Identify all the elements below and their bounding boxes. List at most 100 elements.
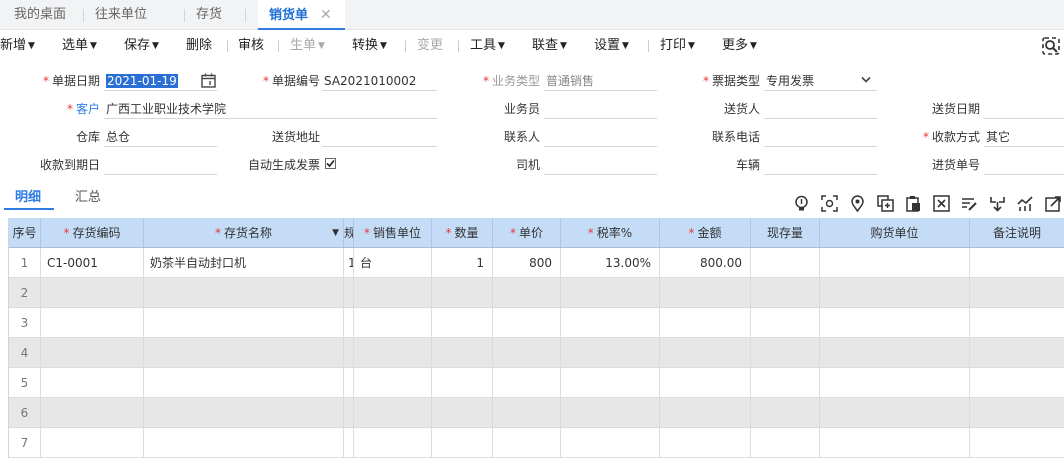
cell-code[interactable] [41,308,144,338]
cell-code[interactable] [41,278,144,308]
close-icon[interactable]: ✕ [320,7,332,23]
tab-sales-order[interactable]: 销货单 ✕ [258,0,345,30]
cell-name[interactable]: 奶茶半自动封口机 [144,248,344,278]
convert-button[interactable]: 转换 ▼ [352,30,387,61]
cell-name[interactable] [144,368,344,398]
cell-stock[interactable] [751,248,820,278]
cell-tax[interactable] [561,338,660,368]
cell-spec[interactable] [344,368,354,398]
table-row[interactable]: 2 [9,278,1064,308]
cell-price[interactable] [493,398,561,428]
cell-tax[interactable] [561,368,660,398]
address-field[interactable] [322,127,437,147]
cell-price[interactable] [493,278,561,308]
cell-amount[interactable]: 800.00 [660,248,751,278]
cell-code[interactable] [41,428,144,458]
col-stock[interactable]: 现存量 [751,218,820,248]
cell-price[interactable]: 800 [493,248,561,278]
batch-edit-icon[interactable] [961,195,978,212]
scan-icon[interactable] [821,195,838,212]
tab-summary[interactable]: 汇总 [75,186,101,208]
table-row[interactable]: 1C1-0001奶茶半自动封口机1台180013.00%800.00 [9,248,1064,278]
auto-invoice-checkbox[interactable] [325,158,336,169]
cell-tax[interactable] [561,428,660,458]
cell-code[interactable] [41,398,144,428]
cell-stock[interactable] [751,278,820,308]
cell-stock[interactable] [751,338,820,368]
cell-unit[interactable]: 台 [354,248,432,278]
cell-code[interactable] [41,338,144,368]
lightbulb-icon[interactable] [793,195,810,212]
cell-qty[interactable] [432,428,493,458]
cell-name[interactable] [144,428,344,458]
cell-qty[interactable] [432,398,493,428]
payment-method-field[interactable]: 其它 [984,127,1064,147]
cell-price[interactable] [493,308,561,338]
export-icon[interactable] [1045,195,1062,212]
cell-amount[interactable] [660,368,751,398]
cell-remark[interactable] [970,308,1064,338]
salesman-field[interactable] [544,99,657,119]
cell-amount[interactable] [660,308,751,338]
split-icon[interactable] [989,195,1006,212]
cell-remark[interactable] [970,338,1064,368]
cell-tax[interactable]: 13.00% [561,248,660,278]
cell-name[interactable] [144,308,344,338]
calendar-icon[interactable] [201,73,216,88]
cell-buyer[interactable] [820,398,970,428]
col-qty[interactable]: * 数量 [432,218,493,248]
cell-tax[interactable] [561,398,660,428]
cell-buyer[interactable] [820,368,970,398]
due-date-field[interactable] [104,155,217,175]
save-button[interactable]: 保存 ▼ [124,30,159,61]
driver-field[interactable] [544,155,657,175]
col-tax[interactable]: * 税率% [561,218,660,248]
cell-unit[interactable] [354,368,432,398]
col-buyer[interactable]: 购货单位 [820,218,970,248]
purchase-no-field[interactable] [984,155,1064,175]
cell-name[interactable] [144,338,344,368]
cell-stock[interactable] [751,398,820,428]
cell-code[interactable] [41,368,144,398]
cell-spec[interactable] [344,428,354,458]
table-row[interactable]: 6 [9,398,1064,428]
sort-down-icon[interactable]: ▼ [332,218,339,247]
linked-query-button[interactable]: 联查 ▼ [532,30,567,61]
cell-remark[interactable] [970,278,1064,308]
cell-unit[interactable] [354,428,432,458]
cell-name[interactable] [144,278,344,308]
cell-tax[interactable] [561,278,660,308]
cell-amount[interactable] [660,428,751,458]
table-row[interactable]: 3 [9,308,1064,338]
cell-amount[interactable] [660,278,751,308]
cell-unit[interactable] [354,398,432,428]
cell-buyer[interactable] [820,428,970,458]
col-code[interactable]: * 存货编码 [41,218,144,248]
col-unit[interactable]: * 销售单位 [354,218,432,248]
chart-icon[interactable] [1017,195,1034,212]
cell-remark[interactable] [970,248,1064,278]
cell-qty[interactable] [432,308,493,338]
cell-stock[interactable] [751,428,820,458]
col-amount[interactable]: * 金额 [660,218,751,248]
cell-spec[interactable] [344,308,354,338]
print-button[interactable]: 打印 ▼ [660,30,695,61]
cell-stock[interactable] [751,308,820,338]
cell-spec[interactable] [344,338,354,368]
tools-button[interactable]: 工具 ▼ [470,30,505,61]
tab-inventory[interactable]: 存货 [196,0,222,29]
order-number-field[interactable]: SA2021010002 [322,71,437,91]
col-spec[interactable]: 规 [344,218,354,248]
col-price[interactable]: * 单价 [493,218,561,248]
cell-qty[interactable] [432,278,493,308]
col-remark[interactable]: 备注说明 [970,218,1064,248]
cell-unit[interactable] [354,308,432,338]
cell-remark[interactable] [970,398,1064,428]
cell-stock[interactable] [751,368,820,398]
delete-button[interactable]: 删除 [186,30,212,61]
cell-amount[interactable] [660,398,751,428]
phone-field[interactable] [764,127,877,147]
delete-row-icon[interactable] [933,195,950,212]
paste-icon[interactable] [905,195,922,212]
biztype-field[interactable]: 普通销售 [544,71,657,91]
